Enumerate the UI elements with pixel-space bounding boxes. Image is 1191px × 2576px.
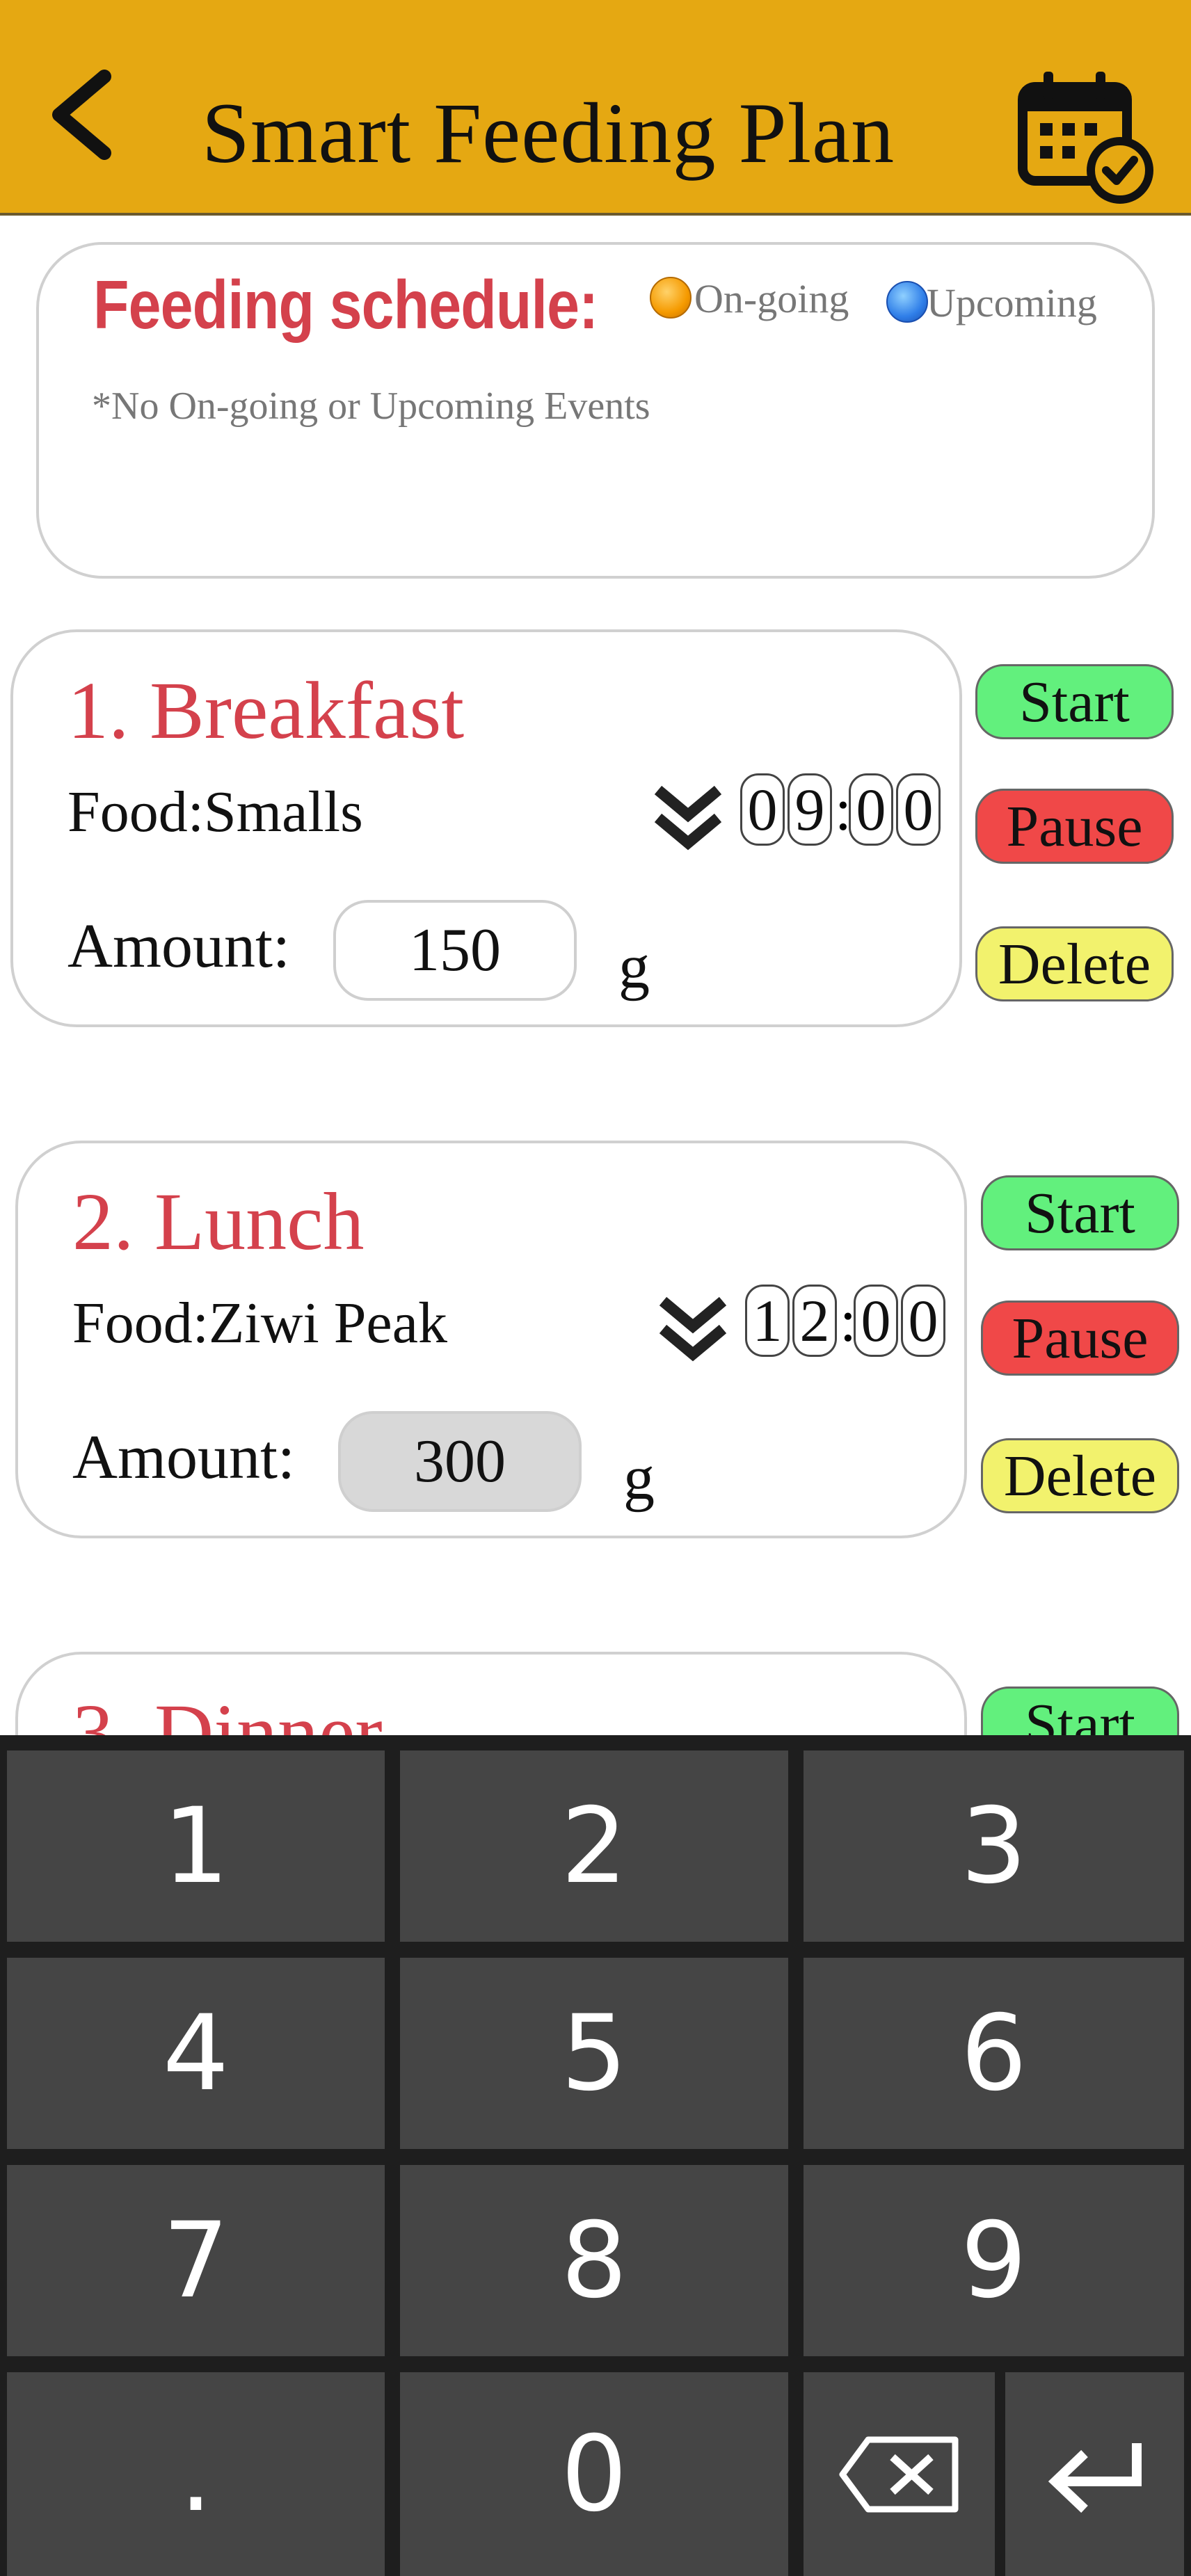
pause-button[interactable]: Pause xyxy=(975,789,1174,864)
legend-upcoming-label: Upcoming xyxy=(927,280,1097,325)
time-digit[interactable]: 1 xyxy=(745,1285,790,1357)
amount-input[interactable]: 300 xyxy=(338,1411,582,1512)
key-1[interactable]: 1 xyxy=(7,1750,385,1942)
calendar-check-icon xyxy=(1018,72,1153,204)
backspace-icon xyxy=(839,2436,958,2512)
time-digit[interactable]: 0 xyxy=(901,1285,945,1357)
time-separator: : xyxy=(840,1287,856,1354)
key-5[interactable]: 5 xyxy=(400,1958,788,2149)
meal-name: 2. Lunch xyxy=(72,1176,365,1267)
time-digit[interactable]: 0 xyxy=(854,1285,898,1357)
time-digit[interactable]: 0 xyxy=(849,773,893,846)
key-6[interactable]: 6 xyxy=(804,1958,1184,2149)
pause-button[interactable]: Pause xyxy=(981,1301,1179,1376)
meal-card-breakfast: 1. Breakfast Food:Smalls Amount: 150 g 0… xyxy=(10,629,962,1027)
delete-button[interactable]: Delete xyxy=(975,926,1174,1001)
key-decimal[interactable]: . xyxy=(7,2372,385,2576)
page-title: Smart Feeding Plan xyxy=(202,86,895,181)
time-digit[interactable]: 0 xyxy=(740,773,785,846)
key-8[interactable]: 8 xyxy=(400,2165,788,2356)
time-picker[interactable]: 1 2 : 0 0 xyxy=(745,1282,948,1359)
key-3[interactable]: 3 xyxy=(804,1750,1184,1942)
ongoing-dot-icon xyxy=(650,277,692,319)
amount-input[interactable]: 150 xyxy=(333,900,577,1001)
meal-card-lunch: 2. Lunch Food:Ziwi Peak Amount: 300 g 1 … xyxy=(15,1141,967,1538)
time-digit[interactable]: 9 xyxy=(788,773,832,846)
double-chevron-down-icon[interactable] xyxy=(655,1293,731,1369)
amount-label: Amount: xyxy=(67,912,291,981)
meal-name: 1. Breakfast xyxy=(67,665,465,756)
delete-button[interactable]: Delete xyxy=(981,1438,1179,1513)
enter-icon xyxy=(1048,2442,1142,2513)
enter-key[interactable] xyxy=(1005,2372,1184,2576)
double-chevron-down-icon[interactable] xyxy=(650,782,726,858)
chevron-left-icon xyxy=(52,70,111,160)
amount-label: Amount: xyxy=(72,1423,296,1492)
unit-label: g xyxy=(618,933,650,1001)
key-7[interactable]: 7 xyxy=(7,2165,385,2356)
upcoming-dot-icon xyxy=(886,281,928,323)
time-separator: : xyxy=(835,776,852,843)
key-2[interactable]: 2 xyxy=(400,1750,788,1942)
numeric-keypad: 1 2 3 4 5 6 7 8 9 . 0 xyxy=(0,1735,1191,2576)
start-button[interactable]: Start xyxy=(975,664,1174,739)
key-0[interactable]: 0 xyxy=(400,2372,788,2576)
app-header: Smart Feeding Plan xyxy=(0,0,1191,216)
back-button[interactable] xyxy=(42,66,125,163)
backspace-key[interactable] xyxy=(804,2372,995,2576)
schedule-title: Feeding schedule: xyxy=(93,266,598,343)
time-picker[interactable]: 0 9 : 0 0 xyxy=(740,771,943,848)
calendar-button[interactable] xyxy=(1016,66,1155,205)
legend-ongoing-label: On-going xyxy=(694,276,849,321)
time-digit[interactable]: 2 xyxy=(792,1285,837,1357)
schedule-empty-note: *No On-going or Upcoming Events xyxy=(92,385,650,428)
time-digit[interactable]: 0 xyxy=(896,773,941,846)
feeding-schedule-card: Feeding schedule: On-going Upcoming *No … xyxy=(36,242,1155,579)
unit-label: g xyxy=(623,1444,655,1513)
key-9[interactable]: 9 xyxy=(804,2165,1184,2356)
food-label[interactable]: Food:Smalls xyxy=(67,778,363,846)
key-4[interactable]: 4 xyxy=(7,1958,385,2149)
food-label[interactable]: Food:Ziwi Peak xyxy=(72,1289,447,1357)
start-button[interactable]: Start xyxy=(981,1175,1179,1250)
